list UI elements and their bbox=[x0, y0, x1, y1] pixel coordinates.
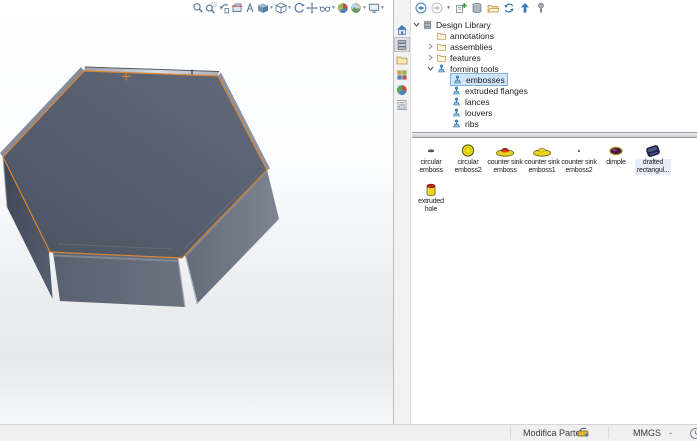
apply-scene-icon[interactable] bbox=[349, 2, 362, 15]
tree-item-louvers[interactable]: louvers bbox=[412, 107, 697, 118]
tiny-dot-thumb-icon bbox=[561, 142, 597, 158]
display-style-icon[interactable] bbox=[256, 2, 269, 15]
history-dropdown-icon[interactable]: ▼ bbox=[446, 5, 451, 11]
yellow-circle-thumb-icon bbox=[450, 142, 486, 158]
chevron-expanded-icon[interactable] bbox=[426, 64, 435, 73]
tree-item-lances[interactable]: lances bbox=[412, 96, 697, 107]
solidworks-resources-tab[interactable] bbox=[394, 22, 410, 37]
units-dropdown[interactable]: - bbox=[669, 425, 672, 441]
chevron-collapsed-icon[interactable] bbox=[426, 53, 435, 62]
add-file-location-button[interactable] bbox=[470, 2, 483, 15]
folder-icon bbox=[435, 41, 447, 52]
library-item-dimple[interactable]: dimple bbox=[598, 142, 634, 175]
forming-tool-icon bbox=[450, 118, 462, 129]
tree-item-features[interactable]: features bbox=[412, 52, 697, 63]
pin-button[interactable] bbox=[534, 2, 547, 15]
dark-rounded-rect-thumb-icon bbox=[635, 142, 671, 158]
status-symbol-icon[interactable] bbox=[689, 425, 697, 441]
view-settings-dropdown-icon[interactable]: ▼ bbox=[380, 2, 385, 15]
custom-properties-tab[interactable] bbox=[394, 97, 410, 112]
library-item-counter-sink-emboss2[interactable]: counter sinkemboss2 bbox=[561, 142, 597, 175]
task-pane-tab-strip bbox=[394, 0, 411, 424]
design-library-tree: Design Library annotations assemblies fe… bbox=[412, 16, 697, 132]
hexagonal-sheet-metal-model[interactable] bbox=[0, 0, 393, 424]
refresh-button[interactable] bbox=[502, 2, 515, 15]
design-library-tab[interactable] bbox=[394, 37, 410, 52]
library-item-counter-sink-emboss[interactable]: counter sinkemboss bbox=[487, 142, 523, 175]
zoom-to-area-icon[interactable] bbox=[204, 2, 217, 15]
forming-tools-item-grid: circularemboss circularemboss2 counter s… bbox=[412, 138, 697, 424]
status-separator bbox=[510, 427, 511, 439]
move-up-button[interactable] bbox=[518, 2, 531, 15]
design-library-toolbar: ▼ bbox=[412, 0, 697, 16]
hide-show-items-icon[interactable] bbox=[318, 2, 331, 15]
library-item-drafted-rectangular[interactable]: draftedrectangul... bbox=[635, 142, 671, 175]
zoom-to-fit-icon[interactable] bbox=[191, 2, 204, 15]
graphics-viewport[interactable]: ▼ ▼ ▼ ▼ ▼ bbox=[0, 0, 393, 424]
forming-tool-icon bbox=[450, 107, 462, 118]
folder-icon bbox=[435, 52, 447, 63]
design-library-icon bbox=[421, 19, 433, 30]
library-item-counter-sink-emboss1[interactable]: counter sinkemboss1 bbox=[524, 142, 560, 175]
chevron-collapsed-icon[interactable] bbox=[426, 42, 435, 51]
dynamic-annotation-views-icon[interactable] bbox=[243, 2, 256, 15]
tree-item-annotations[interactable]: annotations bbox=[412, 30, 697, 41]
tree-root-design-library[interactable]: Design Library bbox=[412, 19, 697, 30]
solidworks-window: ▼ ▼ ▼ ▼ ▼ ▼ bbox=[0, 0, 697, 441]
tree-item-assemblies[interactable]: assemblies bbox=[412, 41, 697, 52]
section-view-icon[interactable] bbox=[230, 2, 243, 15]
view-settings-icon[interactable] bbox=[367, 2, 380, 15]
edit-appearance-icon[interactable] bbox=[336, 2, 349, 15]
library-item-circular-emboss2[interactable]: circularemboss2 bbox=[450, 142, 486, 175]
tree-root-label: Design Library bbox=[436, 20, 491, 30]
previous-view-icon[interactable] bbox=[217, 2, 230, 15]
units-value[interactable]: MMGS bbox=[633, 425, 661, 441]
pan-icon[interactable] bbox=[305, 2, 318, 15]
forming-tool-icon bbox=[451, 74, 463, 85]
create-new-folder-button[interactable] bbox=[486, 2, 499, 15]
forming-tool-icon bbox=[450, 85, 462, 96]
flat-disc-thumb-icon bbox=[413, 142, 449, 158]
status-mode-label: Modifica Parte bbox=[523, 425, 581, 441]
back-button[interactable] bbox=[414, 2, 427, 15]
purple-oval-thumb-icon bbox=[598, 142, 634, 158]
library-item-extruded-hole[interactable]: extrudedhole bbox=[413, 181, 449, 214]
headsup-view-toolbar: ▼ ▼ ▼ ▼ ▼ bbox=[191, 1, 385, 15]
view-orientation-icon[interactable] bbox=[274, 2, 287, 15]
forming-tool-icon bbox=[435, 63, 447, 74]
design-library-panel: ▼ Design Library annotations assem bbox=[412, 0, 697, 424]
status-separator bbox=[608, 427, 609, 439]
forward-button[interactable] bbox=[430, 2, 443, 15]
chevron-expanded-icon[interactable] bbox=[412, 20, 421, 29]
file-explorer-tab[interactable] bbox=[394, 52, 410, 67]
saucer-red-dome-thumb-icon bbox=[487, 142, 523, 158]
view-palette-tab[interactable] bbox=[394, 67, 410, 82]
library-item-circular-emboss[interactable]: circularemboss bbox=[413, 142, 449, 175]
rotate-view-icon[interactable] bbox=[292, 2, 305, 15]
folder-icon bbox=[435, 30, 447, 41]
status-mode-icon bbox=[577, 425, 589, 441]
add-to-library-button[interactable] bbox=[454, 2, 467, 15]
appearances-scenes-tab[interactable] bbox=[394, 82, 410, 97]
yellow-cylinder-red-top-thumb-icon bbox=[413, 181, 449, 197]
saucer-yellow-dome-thumb-icon bbox=[524, 142, 560, 158]
forming-tool-icon bbox=[450, 96, 462, 107]
tree-item-extruded-flanges[interactable]: extruded flanges bbox=[412, 85, 697, 96]
tree-item-ribs[interactable]: ribs bbox=[412, 118, 697, 129]
tree-item-embosses[interactable]: embosses bbox=[412, 74, 697, 85]
status-bar: Modifica Parte MMGS - bbox=[0, 424, 697, 441]
